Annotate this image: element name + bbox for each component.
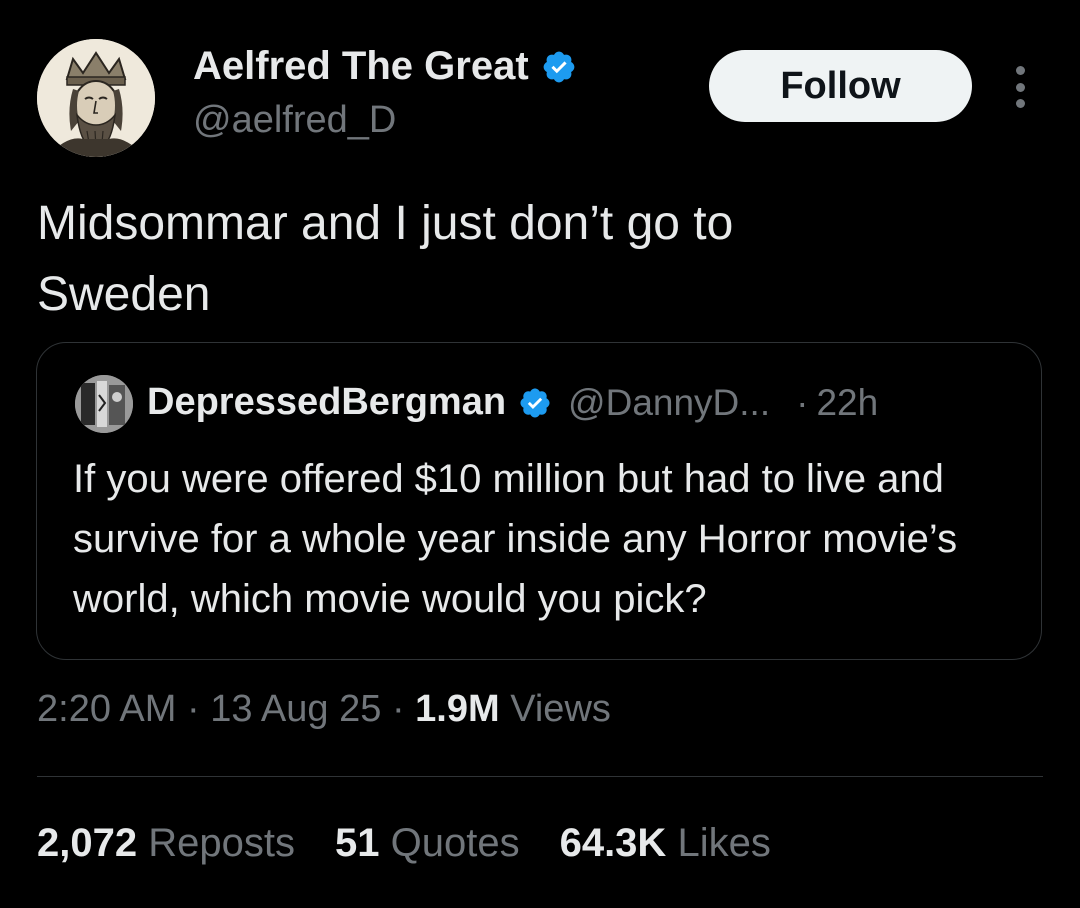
meta-separator: · [186, 688, 200, 730]
divider [37, 776, 1043, 777]
verified-badge-icon [541, 49, 577, 85]
reposts-label: Reposts [148, 821, 295, 865]
views-count: 1.9M [415, 688, 500, 730]
quoted-separator: · [796, 381, 809, 423]
tweet-meta: 2:20 AM · 13 Aug 25 · 1.9M Views [37, 688, 611, 731]
quoted-author-name[interactable]: DepressedBergman [147, 381, 506, 424]
more-options-icon[interactable] [1005, 62, 1035, 112]
author-avatar[interactable] [37, 39, 155, 157]
quotes-count: 51 [334, 821, 380, 865]
more-dot [1015, 66, 1025, 75]
more-dot [1015, 99, 1025, 108]
likes-count: 64.3K [559, 821, 667, 865]
quoted-tweet-header: DepressedBergman @DannyD... · 22h [147, 381, 878, 424]
quotes-label: Quotes [390, 821, 520, 865]
quoted-tweet-card[interactable]: DepressedBergman @DannyD... · 22h If you… [36, 342, 1042, 660]
follow-button[interactable]: Follow [709, 50, 972, 122]
quoted-author-avatar[interactable] [75, 375, 133, 433]
tweet-time[interactable]: 2:20 AM [37, 688, 176, 730]
author-handle[interactable]: @aelfred_D [193, 99, 396, 142]
tweet-text-line-1: Midsommar and I just don’t go to [37, 197, 734, 250]
author-name[interactable]: Aelfred The Great [193, 44, 577, 89]
quoted-author-handle[interactable]: @DannyD... [568, 382, 770, 424]
quotes-stat[interactable]: 51 Quotes [335, 821, 520, 866]
tweet-date[interactable]: 13 Aug 25 [210, 688, 381, 730]
likes-label: Likes [677, 821, 771, 865]
author-name-text[interactable]: Aelfred The Great [193, 44, 529, 89]
meta-separator: · [391, 688, 405, 730]
views-label: Views [510, 688, 611, 730]
tweet-text: Midsommar and I just don’t go to Sweden [37, 188, 1017, 330]
tweet-text-line-2: Sweden [37, 268, 211, 321]
more-dot [1015, 82, 1025, 92]
quoted-timestamp[interactable]: 22h [816, 382, 878, 424]
likes-stat[interactable]: 64.3K Likes [560, 821, 771, 866]
engagement-stats: 2,072 Reposts 51 Quotes 64.3K Likes [37, 821, 811, 866]
verified-badge-icon [518, 386, 552, 420]
reposts-stat[interactable]: 2,072 Reposts [37, 821, 295, 866]
reposts-count: 2,072 [37, 821, 138, 865]
quoted-tweet-text: If you were offered $10 million but had … [73, 457, 958, 621]
